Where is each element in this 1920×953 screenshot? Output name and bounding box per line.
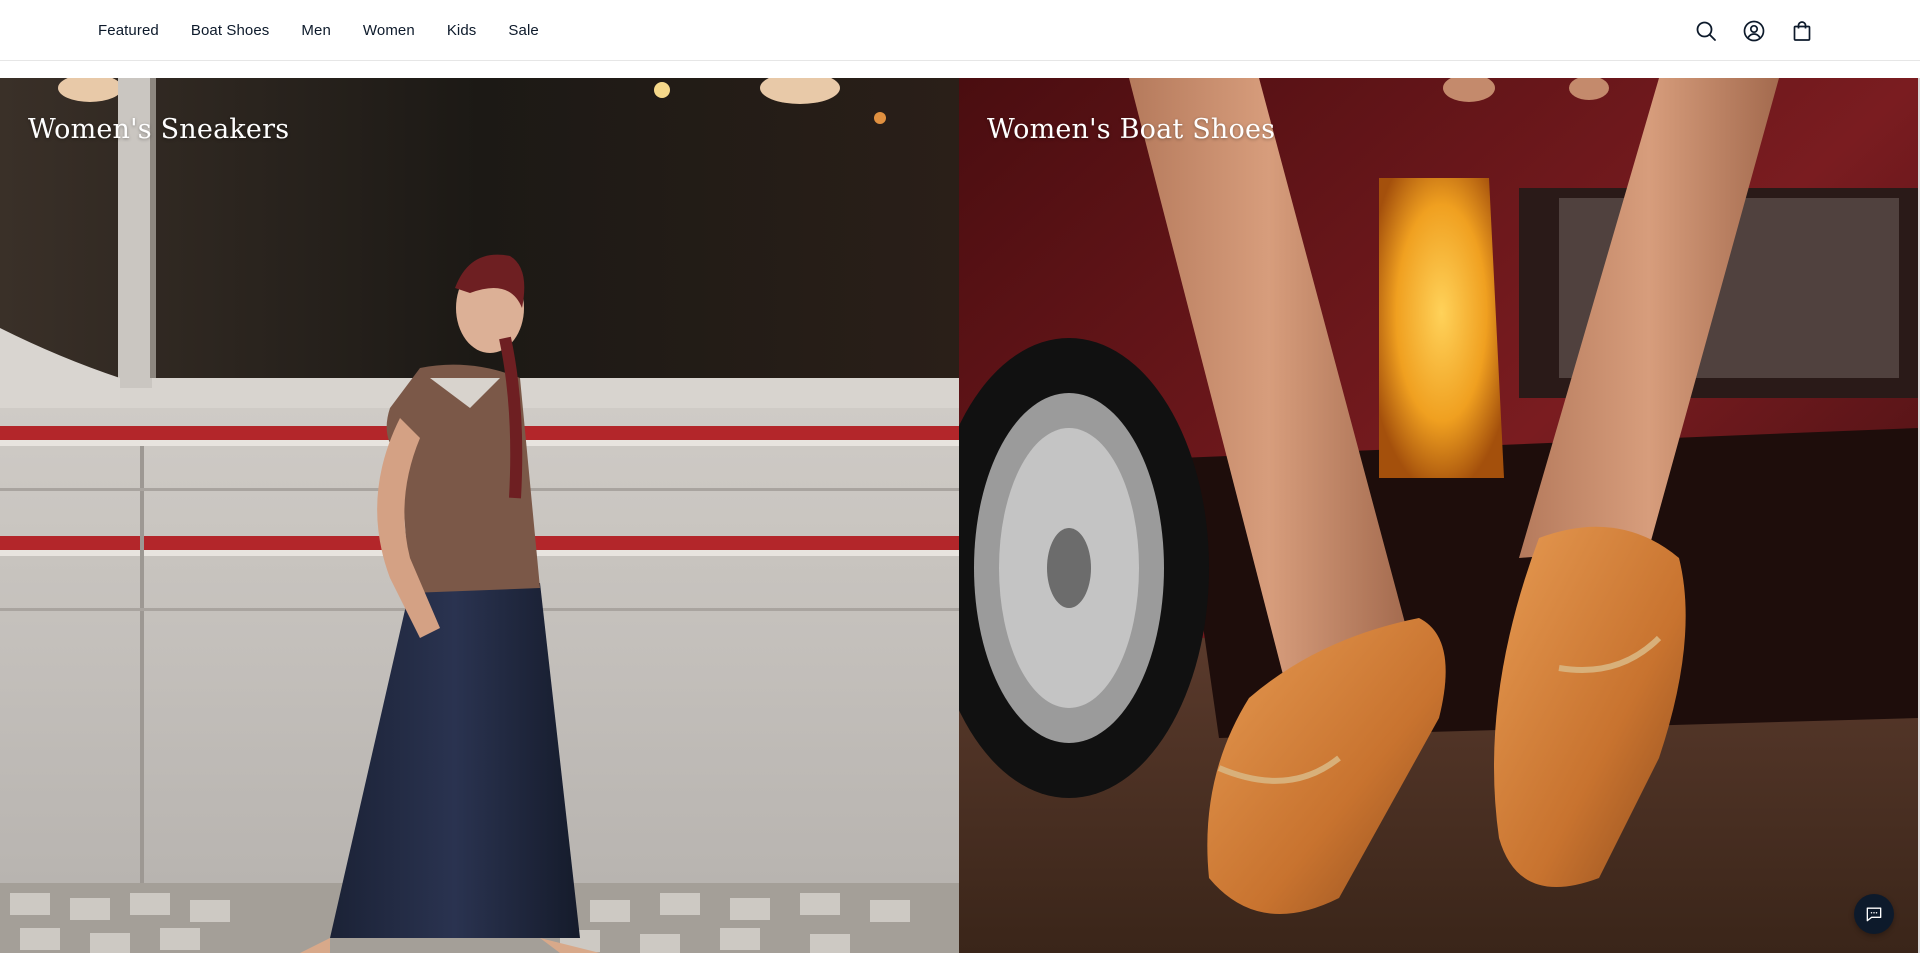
shopping-bag-icon[interactable] bbox=[1790, 19, 1814, 43]
nav-sale[interactable]: Sale bbox=[492, 22, 554, 39]
site-header: Featured Boat Shoes Men Women Kids Sale bbox=[0, 0, 1920, 61]
women-sneakers-title[interactable]: Women's Sneakers bbox=[28, 114, 289, 145]
women-boat-shoes-title[interactable]: Women's Boat Shoes bbox=[987, 114, 1275, 145]
women-boat-shoes-panel[interactable]: Women's Boat Shoes bbox=[959, 78, 1918, 953]
women-sneakers-panel[interactable]: Women's Sneakers bbox=[0, 78, 959, 953]
header-actions bbox=[1694, 0, 1814, 61]
nav-featured[interactable]: Featured bbox=[98, 22, 175, 39]
nav-men[interactable]: Men bbox=[285, 22, 346, 39]
nav-women[interactable]: Women bbox=[347, 22, 431, 39]
search-icon[interactable] bbox=[1694, 19, 1718, 43]
main-nav: Featured Boat Shoes Men Women Kids Sale bbox=[98, 0, 555, 61]
nav-boat-shoes[interactable]: Boat Shoes bbox=[175, 22, 286, 39]
chat-icon[interactable] bbox=[1854, 894, 1894, 934]
women-sneakers-image bbox=[0, 78, 959, 953]
header-spacer bbox=[0, 61, 1920, 78]
nav-kids[interactable]: Kids bbox=[431, 22, 493, 39]
women-boat-shoes-image bbox=[959, 78, 1918, 953]
account-icon[interactable] bbox=[1742, 19, 1766, 43]
hero-grid: Women's Sneakers Women's Boat Shoes bbox=[0, 78, 1920, 953]
